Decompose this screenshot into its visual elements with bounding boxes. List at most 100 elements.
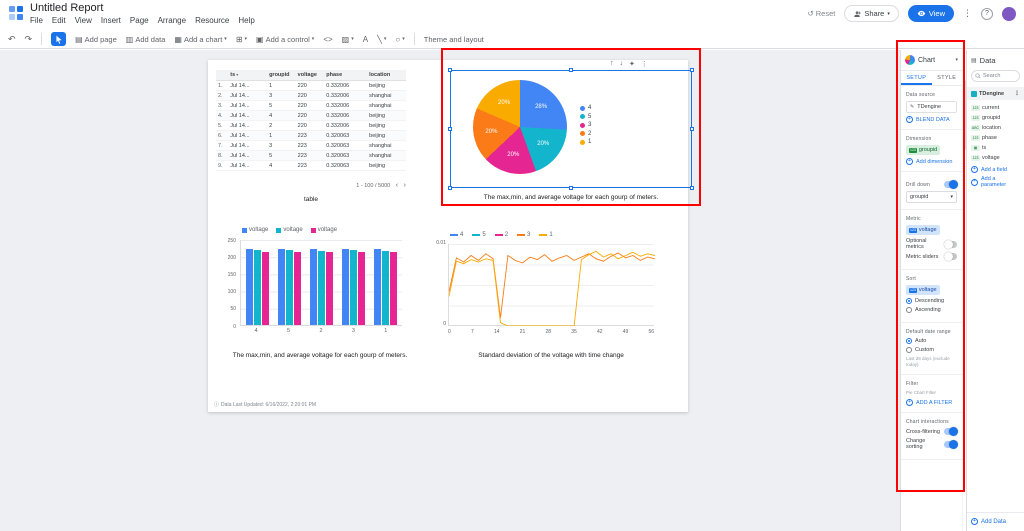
chevron-down-icon[interactable]: ▾ [955, 57, 958, 63]
share-button[interactable]: Share▾ [844, 5, 899, 22]
axis-label: 7 [471, 329, 474, 335]
help-icon[interactable]: ? [981, 8, 993, 20]
add-data-button[interactable]: +Add Data [967, 512, 1024, 525]
selection-handle[interactable] [569, 186, 573, 190]
menu-insert[interactable]: Insert [101, 15, 121, 26]
sort-label: Sort [906, 276, 957, 282]
tab-style[interactable]: STYLE [932, 71, 963, 85]
report-canvas[interactable]: ts ▾groupidvoltagephaselocation1.Jul 14.… [0, 50, 900, 531]
menu-resource[interactable]: Resource [195, 15, 229, 26]
line-caption: Standard deviation of the voltage with t… [448, 352, 654, 359]
app-logo-icon[interactable] [8, 5, 24, 21]
bar-chart[interactable] [240, 240, 402, 326]
line-chart[interactable] [448, 244, 654, 326]
data-source-label: Data source [906, 92, 957, 98]
field-groupid[interactable]: 123groupid [971, 113, 1020, 123]
field-voltage[interactable]: 123voltage [971, 153, 1020, 163]
metric-chip[interactable]: 123voltage [906, 225, 940, 235]
field-phase[interactable]: 123phase [971, 133, 1020, 143]
menu-file[interactable]: File [30, 15, 43, 26]
menu-help[interactable]: Help [238, 15, 254, 26]
axis-label: 0 [233, 324, 236, 330]
selection-handle[interactable] [690, 68, 694, 72]
menu-page[interactable]: Page [130, 15, 149, 26]
image-button[interactable]: ▨▾ [342, 35, 354, 44]
image-icon: ▨ [342, 35, 350, 44]
data-source-header[interactable]: TDengine ⋮ [967, 87, 1024, 100]
metric-sliders-toggle[interactable] [944, 253, 957, 260]
reset-button[interactable]: ↺Reset [807, 9, 835, 18]
select-tool-button[interactable] [51, 32, 66, 46]
community-viz-button[interactable]: ⊞▾ [236, 35, 247, 44]
dimension-chip[interactable]: 123groupid [906, 145, 940, 155]
field-current[interactable]: 123current [971, 103, 1020, 113]
blend-data-button[interactable]: +BLEND DATA [906, 116, 957, 123]
optional-metrics-toggle[interactable] [944, 241, 957, 248]
report-title[interactable]: Untitled Report [30, 2, 255, 15]
menu-edit[interactable]: Edit [52, 15, 66, 26]
selection-handle[interactable] [569, 68, 573, 72]
move-down-icon[interactable]: ↓ [620, 60, 624, 68]
descending-label: Descending [915, 298, 944, 304]
table-chart[interactable]: ts ▾groupidvoltagephaselocation1.Jul 14.… [216, 70, 406, 171]
sort-ascending-radio[interactable]: Ascending [906, 307, 957, 313]
undo-button[interactable]: ↶ [8, 34, 16, 45]
date-custom-radio[interactable]: Custom [906, 347, 957, 353]
add-control-button[interactable]: ▣Add a control▾ [256, 35, 314, 44]
column-header-ts[interactable]: ts ▾ [228, 70, 267, 81]
add-filter-button[interactable]: +ADD A FILTER [906, 399, 957, 406]
selection-handle[interactable] [690, 186, 694, 190]
add-data-button[interactable]: ▥Add data [126, 35, 166, 44]
magic-icon[interactable]: ✦ [629, 60, 635, 68]
add-field-button[interactable]: +Add a field [971, 166, 1020, 173]
selection-handle[interactable] [448, 68, 452, 72]
sort-descending-radio[interactable]: Descending [906, 298, 957, 304]
legend-item: 3 [517, 232, 530, 238]
more-vert-icon[interactable]: ⋮ [1014, 90, 1020, 97]
radio-icon [906, 338, 912, 344]
add-dimension-button[interactable]: +Add dimension [906, 158, 957, 165]
more-options-icon[interactable]: ⋮ [963, 8, 972, 19]
sort-chip[interactable]: 123voltage [906, 285, 940, 295]
database-icon: ▥ [126, 35, 134, 44]
user-avatar[interactable] [1002, 7, 1016, 21]
panel-icon: ▤ [971, 57, 977, 64]
add-filter-label: ADD A FILTER [916, 400, 952, 406]
move-up-icon[interactable]: ↑ [610, 60, 614, 68]
shape-button[interactable]: ○▾ [395, 35, 404, 44]
selection-handle[interactable] [448, 186, 452, 190]
field-ts[interactable]: ▦ts [971, 143, 1020, 153]
add-parameter-button[interactable]: +Add a parameter [971, 176, 1020, 188]
column-header-groupid[interactable]: groupid [267, 70, 296, 81]
column-header-location[interactable]: location [367, 70, 406, 81]
selection-handle[interactable] [448, 127, 452, 131]
menu-arrange[interactable]: Arrange [158, 15, 186, 26]
prev-page-icon[interactable]: ‹ [396, 182, 398, 189]
more-vert-icon[interactable]: ⋮ [641, 60, 648, 68]
add-chart-button[interactable]: ▦Add a chart▾ [174, 35, 226, 44]
menu-view[interactable]: View [75, 15, 92, 26]
cross-filtering-toggle[interactable] [944, 428, 957, 435]
bar-y-axis: 250200150100500 [216, 240, 238, 326]
date-auto-radio[interactable]: Auto [906, 338, 957, 344]
change-sorting-toggle[interactable] [944, 441, 957, 448]
axis-label: 1 [374, 328, 397, 334]
next-page-icon[interactable]: › [404, 182, 406, 189]
embed-button[interactable]: <> [323, 35, 332, 44]
view-button[interactable]: View [908, 5, 954, 22]
text-button[interactable]: A [363, 35, 368, 44]
selection-handle[interactable] [690, 127, 694, 131]
search-input[interactable]: Search [971, 70, 1020, 82]
tab-setup[interactable]: SETUP [901, 71, 932, 85]
redo-button[interactable]: ↷ [25, 34, 33, 45]
column-header-phase[interactable]: phase [324, 70, 367, 81]
drill-down-select[interactable]: groupid▾ [906, 191, 957, 203]
field-location[interactable]: ABClocation [971, 123, 1020, 133]
drill-down-toggle[interactable] [944, 181, 957, 188]
data-source-row[interactable]: ✎TDengine [906, 101, 957, 113]
pie-slice-label: 20% [485, 129, 497, 135]
line-button[interactable]: ╲▾ [377, 35, 386, 44]
add-page-button[interactable]: ▤Add page [75, 35, 117, 44]
column-header-voltage[interactable]: voltage [296, 70, 325, 81]
theme-layout-button[interactable]: Theme and layout [424, 35, 484, 44]
